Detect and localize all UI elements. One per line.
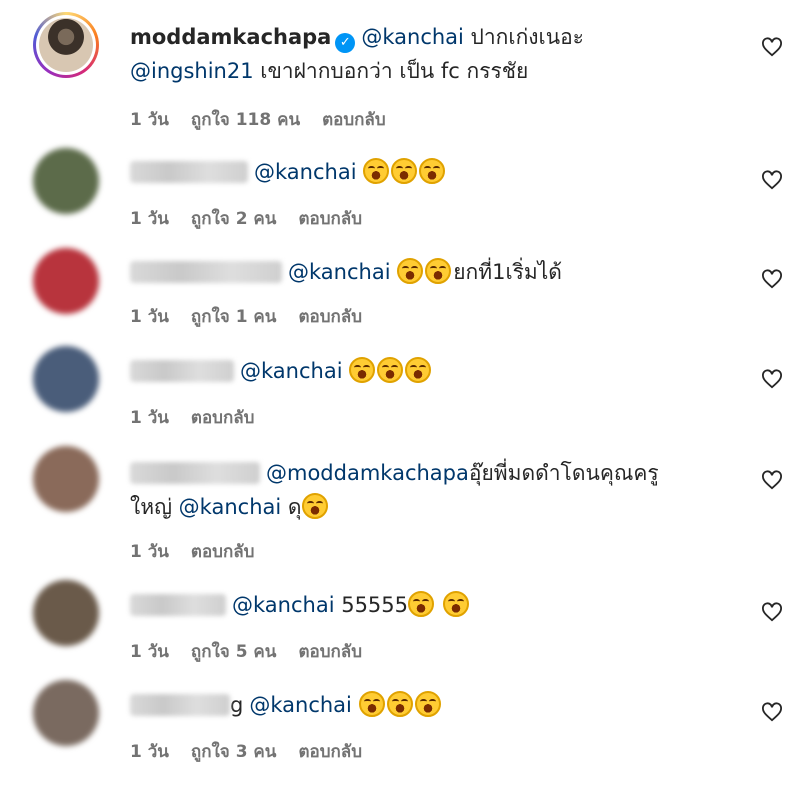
laughing-tears-emoji [397, 258, 424, 284]
laughing-tears-emoji [301, 493, 328, 519]
username-blurred[interactable] [130, 462, 260, 484]
like-count[interactable]: ถูกใจ 1 คน [191, 307, 277, 327]
reply-button[interactable]: ตอบกลับ [298, 307, 362, 327]
comment-meta: 1 วัน ตอบกลับ [130, 538, 276, 565]
like-count[interactable]: ถูกใจ 118 คน [191, 110, 300, 130]
avatar[interactable] [33, 580, 99, 646]
comment-content: อุ๊ยพี่มดดำโดนคุณครู [468, 461, 659, 485]
mention-link[interactable]: @moddamkachapa [266, 461, 469, 485]
comment-content: 55555 [334, 593, 409, 617]
comment-meta: 1 วัน ถูกใจ 1 คน ตอบกลับ [130, 303, 384, 330]
comment-text: @kanchai ยกที่1เริ่มได้ [130, 255, 730, 289]
comment-text: @moddamkachapaอุ๊ยพี่มดดำโดนคุณครู ใหญ่ … [130, 456, 730, 524]
heart-outline-icon[interactable] [761, 702, 783, 722]
mention-link[interactable]: @kanchai [254, 160, 357, 184]
avatar[interactable] [33, 12, 99, 78]
mention-link[interactable]: @kanchai [361, 25, 464, 49]
timestamp[interactable]: 1 วัน [130, 209, 169, 229]
comment-content: ยกที่1เริ่มได้ [453, 260, 562, 284]
comment-text: moddamkachapa ✓ @kanchai ปากเก่งเนอะ @ings… [130, 20, 730, 88]
heart-outline-icon[interactable] [761, 602, 783, 622]
laughing-tears-emoji [405, 357, 432, 383]
comment-text: @kanchai [130, 354, 730, 388]
mention-link[interactable]: @kanchai [288, 260, 391, 284]
comment-content: ดุ [281, 495, 302, 519]
heart-outline-icon[interactable] [761, 470, 783, 490]
avatar[interactable] [33, 446, 99, 512]
comment-meta: 1 วัน ถูกใจ 2 คน ตอบกลับ [130, 205, 384, 232]
comment-text: @kanchai [130, 155, 730, 189]
comment-meta: 1 วัน ตอบกลับ [130, 404, 276, 431]
username-blurred[interactable] [130, 694, 230, 716]
username-blurred[interactable] [130, 594, 226, 616]
laughing-tears-emoji [358, 691, 385, 717]
laughing-tears-emoji [419, 158, 446, 184]
timestamp[interactable]: 1 วัน [130, 742, 169, 762]
reply-button[interactable]: ตอบกลับ [191, 408, 255, 428]
comment-text: @kanchai 55555 [130, 588, 730, 622]
heart-outline-icon[interactable] [761, 170, 783, 190]
timestamp[interactable]: 1 วัน [130, 542, 169, 562]
comment-meta: 1 วัน ถูกใจ 5 คน ตอบกลับ [130, 638, 384, 665]
avatar[interactable] [33, 680, 99, 746]
avatar[interactable] [33, 248, 99, 314]
mention-link[interactable]: @kanchai [232, 593, 335, 617]
username-blurred[interactable] [130, 360, 234, 382]
comment-meta: 1 วัน ถูกใจ 3 คน ตอบกลับ [130, 738, 384, 765]
comment-meta: 1 วัน ถูกใจ 118 คน ตอบกลับ [130, 106, 408, 133]
like-count[interactable]: ถูกใจ 5 คน [191, 642, 277, 662]
reply-button[interactable]: ตอบกลับ [298, 642, 362, 662]
laughing-tears-emoji [442, 591, 469, 617]
laughing-tears-emoji [391, 158, 418, 184]
reply-button[interactable]: ตอบกลับ [298, 742, 362, 762]
heart-outline-icon[interactable] [761, 37, 783, 57]
reply-button[interactable]: ตอบกลับ [191, 542, 255, 562]
username-tail: g [230, 693, 244, 717]
timestamp[interactable]: 1 วัน [130, 642, 169, 662]
avatar[interactable] [33, 346, 99, 412]
comment-content: เขาฝากบอกว่า เป็น fc กรรชัย [253, 59, 529, 83]
laughing-tears-emoji [408, 591, 435, 617]
laughing-tears-emoji [425, 258, 452, 284]
like-count[interactable]: ถูกใจ 3 คน [191, 742, 277, 762]
timestamp[interactable]: 1 วัน [130, 110, 169, 130]
comment-text: g @kanchai [130, 688, 730, 722]
heart-outline-icon[interactable] [761, 369, 783, 389]
username[interactable]: moddamkachapa [130, 25, 331, 49]
reply-button[interactable]: ตอบกลับ [322, 110, 386, 130]
timestamp[interactable]: 1 วัน [130, 307, 169, 327]
comment-content: ปากเก่งเนอะ [463, 25, 584, 49]
mention-link[interactable]: @ingshin21 [130, 59, 254, 83]
reply-button[interactable]: ตอบกลับ [298, 209, 362, 229]
timestamp[interactable]: 1 วัน [130, 408, 169, 428]
laughing-tears-emoji [377, 357, 404, 383]
like-count[interactable]: ถูกใจ 2 คน [191, 209, 277, 229]
laughing-tears-emoji [414, 691, 441, 717]
heart-outline-icon[interactable] [761, 269, 783, 289]
username-blurred[interactable] [130, 261, 282, 283]
mention-link[interactable]: @kanchai [179, 495, 282, 519]
mention-link[interactable]: @kanchai [240, 359, 343, 383]
laughing-tears-emoji [363, 158, 390, 184]
mention-link[interactable]: @kanchai [249, 693, 352, 717]
verified-badge-icon: ✓ [335, 33, 356, 53]
laughing-tears-emoji [349, 357, 376, 383]
comment-content: ใหญ่ [130, 495, 179, 519]
laughing-tears-emoji [386, 691, 413, 717]
avatar[interactable] [33, 148, 99, 214]
username-blurred[interactable] [130, 161, 248, 183]
